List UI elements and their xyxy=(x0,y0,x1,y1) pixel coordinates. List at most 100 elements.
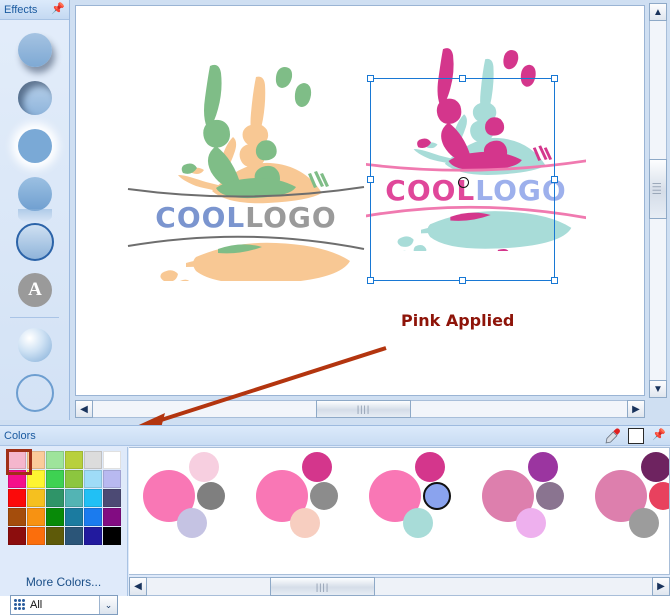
color-scheme-2[interactable] xyxy=(369,448,479,574)
color-swatch-9[interactable] xyxy=(65,470,83,488)
color-swatch-22[interactable] xyxy=(84,508,102,526)
more-colors-link[interactable]: More Colors... xyxy=(0,575,127,589)
scroll-thumb-grip: |||| xyxy=(652,182,663,196)
scheme-3-sm[interactable] xyxy=(536,482,564,510)
effects-panel-title: Effects xyxy=(4,3,38,16)
selection-handle-sw[interactable] xyxy=(367,277,374,284)
canvas-vertical-scroll-thumb[interactable]: |||| xyxy=(649,159,667,219)
color-swatch-23[interactable] xyxy=(103,508,121,526)
color-swatch-21[interactable] xyxy=(65,508,83,526)
selection-handle-ne[interactable] xyxy=(551,75,558,82)
scheme-1-sm[interactable] xyxy=(302,452,332,482)
scheme-2-sm[interactable] xyxy=(403,508,433,538)
color-swatch-4[interactable] xyxy=(84,451,102,469)
logo-recolored[interactable]: COOLLOGO xyxy=(360,26,592,284)
colors-horizontal-scroll-thumb[interactable]: |||| xyxy=(270,577,375,596)
logo-original[interactable]: COOLLOGO xyxy=(126,41,366,322)
color-swatch-3[interactable] xyxy=(65,451,83,469)
logo-original-text-part2: LOGO xyxy=(245,201,337,234)
effect-item-inner-shadow[interactable] xyxy=(0,74,70,122)
scheme-2-sm[interactable] xyxy=(415,452,445,482)
selection-handle-n[interactable] xyxy=(459,75,466,82)
color-swatch-14[interactable] xyxy=(46,489,64,507)
selection-handle-se[interactable] xyxy=(551,277,558,284)
scheme-4-sm[interactable] xyxy=(649,482,669,510)
effect-item-drop-shadow[interactable] xyxy=(0,26,70,74)
scroll-thumb-grip: |||| xyxy=(356,404,371,414)
pin-icon[interactable]: 📌 xyxy=(652,430,666,441)
color-swatch-15[interactable] xyxy=(65,489,83,507)
logo-original-art xyxy=(127,64,365,322)
canvas-horizontal-scrollbar[interactable]: ◀ |||| ▶ xyxy=(75,400,645,418)
color-filter-dropdown[interactable]: All ⌄ xyxy=(10,595,118,615)
reflection-icon xyxy=(18,177,52,211)
color-scheme-0[interactable] xyxy=(143,448,253,574)
colors-scroll-right-button[interactable]: ▶ xyxy=(652,577,670,596)
canvas-vertical-scrollbar[interactable]: ▲ |||| ▼ xyxy=(649,3,667,398)
eyedropper-icon[interactable] xyxy=(604,427,622,444)
scheme-0-sm[interactable] xyxy=(189,452,219,482)
scheme-2-sm[interactable] xyxy=(423,482,451,510)
color-scheme-1[interactable] xyxy=(256,448,366,574)
color-swatch-2[interactable] xyxy=(46,451,64,469)
colors-scroll-left-button[interactable]: ◀ xyxy=(129,577,147,596)
color-swatch-12[interactable] xyxy=(8,489,26,507)
application-window: Effects 📌 A COOLLOGO COOLLOGO Pink Appli… xyxy=(0,0,670,615)
color-swatch-13[interactable] xyxy=(27,489,45,507)
selection-handle-e[interactable] xyxy=(551,176,558,183)
color-scheme-strip[interactable] xyxy=(129,447,670,575)
color-swatch-20[interactable] xyxy=(46,508,64,526)
color-swatch-28[interactable] xyxy=(84,527,102,545)
colors-panel: Colors 📌 More Colors... All ⌄ ◀ |||| ▶ xyxy=(0,425,670,615)
pin-icon[interactable]: 📌 xyxy=(51,4,65,15)
design-canvas[interactable]: COOLLOGO COOLLOGO Pink Applied xyxy=(75,5,645,396)
effects-divider xyxy=(10,317,59,318)
scheme-4-sm[interactable] xyxy=(629,508,659,538)
effect-item-outline[interactable] xyxy=(0,369,70,417)
effect-item-bevel[interactable] xyxy=(0,321,70,369)
colors-panel-header: Colors 📌 xyxy=(0,426,670,446)
color-swatch-11[interactable] xyxy=(103,470,121,488)
border-icon xyxy=(16,223,54,261)
rotation-handle[interactable] xyxy=(458,177,469,188)
color-swatch-10[interactable] xyxy=(84,470,102,488)
color-swatch-24[interactable] xyxy=(8,527,26,545)
effects-panel: Effects 📌 A xyxy=(0,0,70,420)
color-swatch-19[interactable] xyxy=(27,508,45,526)
canvas-scroll-right-button[interactable]: ▶ xyxy=(627,400,645,418)
current-color-swatch[interactable] xyxy=(628,427,645,444)
selection-handle-s[interactable] xyxy=(459,277,466,284)
scheme-3-sm[interactable] xyxy=(516,508,546,538)
chevron-down-icon[interactable]: ⌄ xyxy=(99,596,117,614)
color-scheme-3[interactable] xyxy=(482,448,592,574)
selection-handle-w[interactable] xyxy=(367,176,374,183)
color-swatch-17[interactable] xyxy=(103,489,121,507)
color-swatch-29[interactable] xyxy=(103,527,121,545)
scheme-1-sm[interactable] xyxy=(290,508,320,538)
effect-item-reflection[interactable] xyxy=(0,170,70,223)
canvas-scroll-down-button[interactable]: ▼ xyxy=(649,380,667,398)
scheme-1-sm[interactable] xyxy=(310,482,338,510)
scheme-0-sm[interactable] xyxy=(177,508,207,538)
canvas-scroll-up-button[interactable]: ▲ xyxy=(649,3,667,21)
scheme-4-sm[interactable] xyxy=(641,452,669,482)
colors-horizontal-scrollbar[interactable]: ◀ |||| ▶ xyxy=(129,577,670,596)
glow-icon xyxy=(18,129,52,163)
color-swatch-26[interactable] xyxy=(46,527,64,545)
scheme-3-sm[interactable] xyxy=(528,452,558,482)
color-swatch-25[interactable] xyxy=(27,527,45,545)
effect-item-glow[interactable] xyxy=(0,122,70,170)
color-swatch-16[interactable] xyxy=(84,489,102,507)
selection-handle-nw[interactable] xyxy=(367,75,374,82)
color-swatch-18[interactable] xyxy=(8,508,26,526)
effect-item-border[interactable] xyxy=(0,218,70,266)
color-swatch-8[interactable] xyxy=(46,470,64,488)
effect-item-text[interactable]: A xyxy=(0,266,70,314)
color-scheme-4[interactable] xyxy=(595,448,669,574)
canvas-scroll-left-button[interactable]: ◀ xyxy=(75,400,93,418)
scheme-0-sm[interactable] xyxy=(197,482,225,510)
color-swatch-5[interactable] xyxy=(103,451,121,469)
canvas-horizontal-scroll-thumb[interactable]: |||| xyxy=(316,400,411,418)
scroll-thumb-grip: |||| xyxy=(315,581,330,592)
color-swatch-27[interactable] xyxy=(65,527,83,545)
